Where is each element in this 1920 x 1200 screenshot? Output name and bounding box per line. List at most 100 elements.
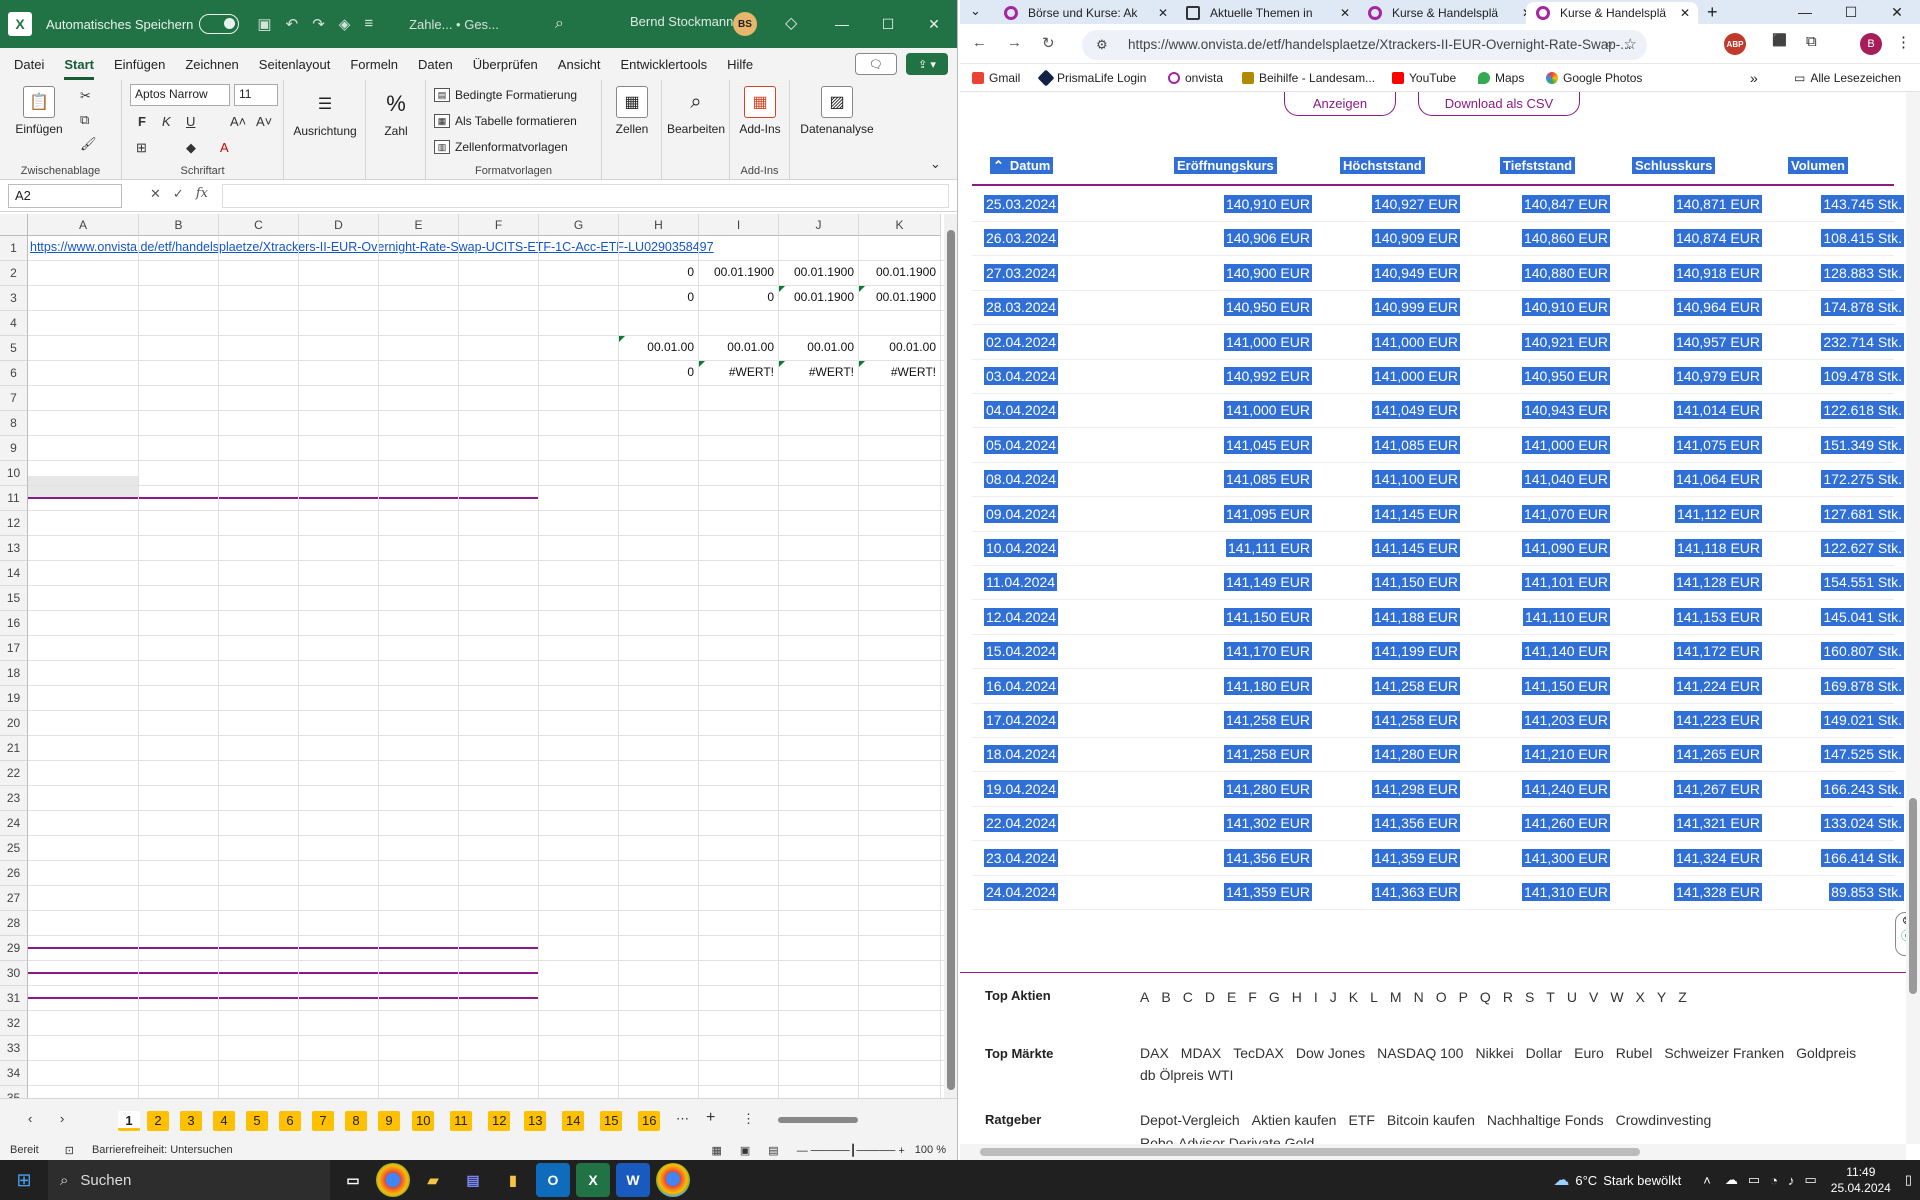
bold-button[interactable]: F — [138, 114, 146, 129]
column-header-h[interactable]: H — [619, 214, 699, 236]
fill-color-icon[interactable]: ◆ — [186, 140, 196, 156]
letter-link[interactable]: R — [1503, 986, 1513, 1008]
conditional-formatting-button[interactable]: ▤ Bedingte Formatierung — [434, 88, 577, 102]
sheet-tab-6[interactable]: 6 — [279, 1111, 301, 1131]
sheet-tab-10[interactable]: 10 — [412, 1111, 435, 1131]
cell-i5[interactable]: 00.01.00 — [698, 340, 778, 354]
row-header-8[interactable]: 8 — [0, 411, 28, 436]
market-link[interactable]: Rubel — [1616, 1042, 1653, 1064]
menu-daten[interactable]: Daten — [418, 57, 453, 72]
widget-e-icon[interactable]: ⓔ — [1896, 927, 1906, 944]
widget-close-icon[interactable]: ⊗ — [1896, 913, 1906, 927]
market-link[interactable]: Nikkei — [1475, 1042, 1513, 1064]
row-header-3[interactable]: 3 — [0, 286, 28, 311]
border-icon[interactable]: ⊞ — [136, 140, 147, 156]
view-page-layout-icon[interactable]: ▣ — [740, 1144, 750, 1157]
letter-link[interactable]: O — [1436, 986, 1447, 1008]
word-icon[interactable]: W — [616, 1163, 650, 1197]
close-icon[interactable]: ✕ — [911, 0, 957, 48]
cell-styles-button[interactable]: ▥ Zellenformatvorlagen — [434, 140, 568, 154]
share-button[interactable]: ⇪ ▾ — [906, 53, 948, 75]
cell-h5[interactable]: 00.01.00 — [618, 340, 698, 354]
taskbar-search[interactable]: ⌕ Suchen — [48, 1160, 330, 1200]
column-header-a[interactable]: A — [28, 214, 139, 236]
cell-k6[interactable]: #WERT! — [858, 365, 940, 379]
battery-icon[interactable]: ▭ — [1804, 1172, 1816, 1188]
letter-link[interactable]: I — [1314, 986, 1318, 1008]
sheet-tab-3[interactable]: 3 — [180, 1111, 202, 1131]
search-icon[interactable]: ⌕ — [555, 15, 564, 33]
chrome-vertical-scrollbar[interactable] — [1906, 92, 1920, 1144]
market-link[interactable]: NASDAQ 100 — [1377, 1042, 1463, 1064]
ratgeber-link[interactable]: Crowdinvesting — [1616, 1109, 1712, 1131]
number-button[interactable]: % Zahl — [372, 88, 420, 138]
paste-button[interactable]: 📋 Einfügen — [14, 86, 64, 136]
comment-button[interactable]: 🗨 — [855, 53, 897, 75]
row-header-10[interactable]: 10 — [0, 461, 28, 486]
sheet-tab-16[interactable]: 16 — [638, 1111, 661, 1131]
anzeigen-button[interactable]: Anzeigen — [1284, 92, 1396, 116]
column-header-j[interactable]: J — [779, 214, 859, 236]
accessibility-status[interactable]: Barrierefreiheit: Untersuchen — [92, 1144, 233, 1156]
tab-search-icon[interactable]: ⌄ — [970, 3, 981, 19]
chrome-tab-2[interactable]: Aktuelle Themen in ✕ — [1176, 2, 1358, 24]
sheet-tab-7[interactable]: 7 — [312, 1111, 334, 1131]
cell-h2[interactable]: 0 — [618, 265, 698, 279]
horizontal-scrollbar[interactable] — [768, 1115, 938, 1125]
column-header-k[interactable]: K — [859, 214, 941, 236]
row-header-7[interactable]: 7 — [0, 386, 28, 411]
maximize-icon[interactable]: ☐ — [865, 0, 911, 48]
menu-ansicht[interactable]: Ansicht — [558, 57, 601, 72]
show-hidden-icons-icon[interactable]: ˄ — [1703, 1173, 1711, 1188]
site-info-icon[interactable]: ⚙ — [1096, 37, 1108, 53]
market-link[interactable]: Schweizer Franken — [1664, 1042, 1784, 1064]
profile-avatar[interactable]: B — [1860, 33, 1882, 55]
column-header-c[interactable]: C — [219, 214, 299, 236]
ratgeber-link[interactable]: Aktien kaufen — [1252, 1109, 1337, 1131]
italic-button[interactable]: K — [162, 114, 171, 129]
view-page-break-icon[interactable]: ▤ — [768, 1144, 778, 1157]
chrome-minimize-icon[interactable]: — — [1782, 0, 1828, 24]
ratgeber-link[interactable]: ETF — [1348, 1109, 1374, 1131]
column-header-i[interactable]: I — [699, 214, 779, 236]
shrink-font-icon[interactable]: A˅ — [256, 114, 272, 129]
sheet-tab-4[interactable]: 4 — [213, 1111, 235, 1131]
letter-link[interactable]: E — [1227, 986, 1236, 1008]
menu-datei[interactable]: Datei — [14, 57, 44, 72]
task-view-icon[interactable]: ▭ — [336, 1163, 370, 1197]
row-header-29[interactable]: 29 — [0, 936, 28, 961]
h-scroll-thumb[interactable] — [778, 1117, 858, 1123]
new-tab-icon[interactable]: + — [1707, 2, 1718, 23]
formula-input[interactable] — [222, 184, 949, 208]
row-header-35[interactable]: 35 — [0, 1086, 28, 1098]
more-sheets-icon[interactable]: ⋯ — [676, 1111, 689, 1127]
letter-link[interactable]: F — [1248, 986, 1257, 1008]
row-header-1[interactable]: 1 — [0, 236, 28, 261]
cell-j2[interactable]: 00.01.1900 — [778, 265, 858, 279]
font-color-icon[interactable]: A — [220, 140, 229, 155]
chrome-tab-3[interactable]: Kurse & Handelsplä✕ — [1358, 2, 1540, 24]
onedrive-icon[interactable]: ☁ — [1725, 1172, 1738, 1188]
row-header-33[interactable]: 33 — [0, 1036, 28, 1061]
network-icon[interactable]: ◔ — [1770, 1173, 1778, 1188]
chrome-tab-1[interactable]: Börse und Kurse: Ak ✕ — [994, 2, 1176, 24]
letter-link[interactable]: Q — [1480, 986, 1491, 1008]
col-header-eroeffnungskurs[interactable]: Eröffnungskurs — [1174, 157, 1277, 174]
letter-link[interactable]: X — [1636, 986, 1645, 1008]
row-header-13[interactable]: 13 — [0, 536, 28, 561]
market-link[interactable]: Euro — [1574, 1042, 1604, 1064]
error-indicator-icon[interactable] — [859, 286, 865, 292]
chrome-close-icon[interactable]: ✕ — [1874, 0, 1920, 24]
weather-icon[interactable]: ☁ — [1553, 1170, 1569, 1190]
sheet-tab-12[interactable]: 12 — [488, 1111, 511, 1131]
volume-icon[interactable]: ♪ — [1788, 1173, 1795, 1188]
column-header-e[interactable]: E — [379, 214, 459, 236]
column-header-b[interactable]: B — [139, 214, 219, 236]
windows-start-icon[interactable]: ⊞ — [0, 1160, 48, 1200]
row-header-21[interactable]: 21 — [0, 736, 28, 761]
name-box[interactable]: A2 — [8, 184, 122, 208]
bookmark-youtube[interactable]: YouTube — [1392, 71, 1456, 85]
ribbon-collapse-icon[interactable]: ⌄ — [930, 156, 941, 172]
market-link[interactable]: db Ölpreis WTI — [1140, 1064, 1233, 1086]
letter-link[interactable]: V — [1589, 986, 1598, 1008]
